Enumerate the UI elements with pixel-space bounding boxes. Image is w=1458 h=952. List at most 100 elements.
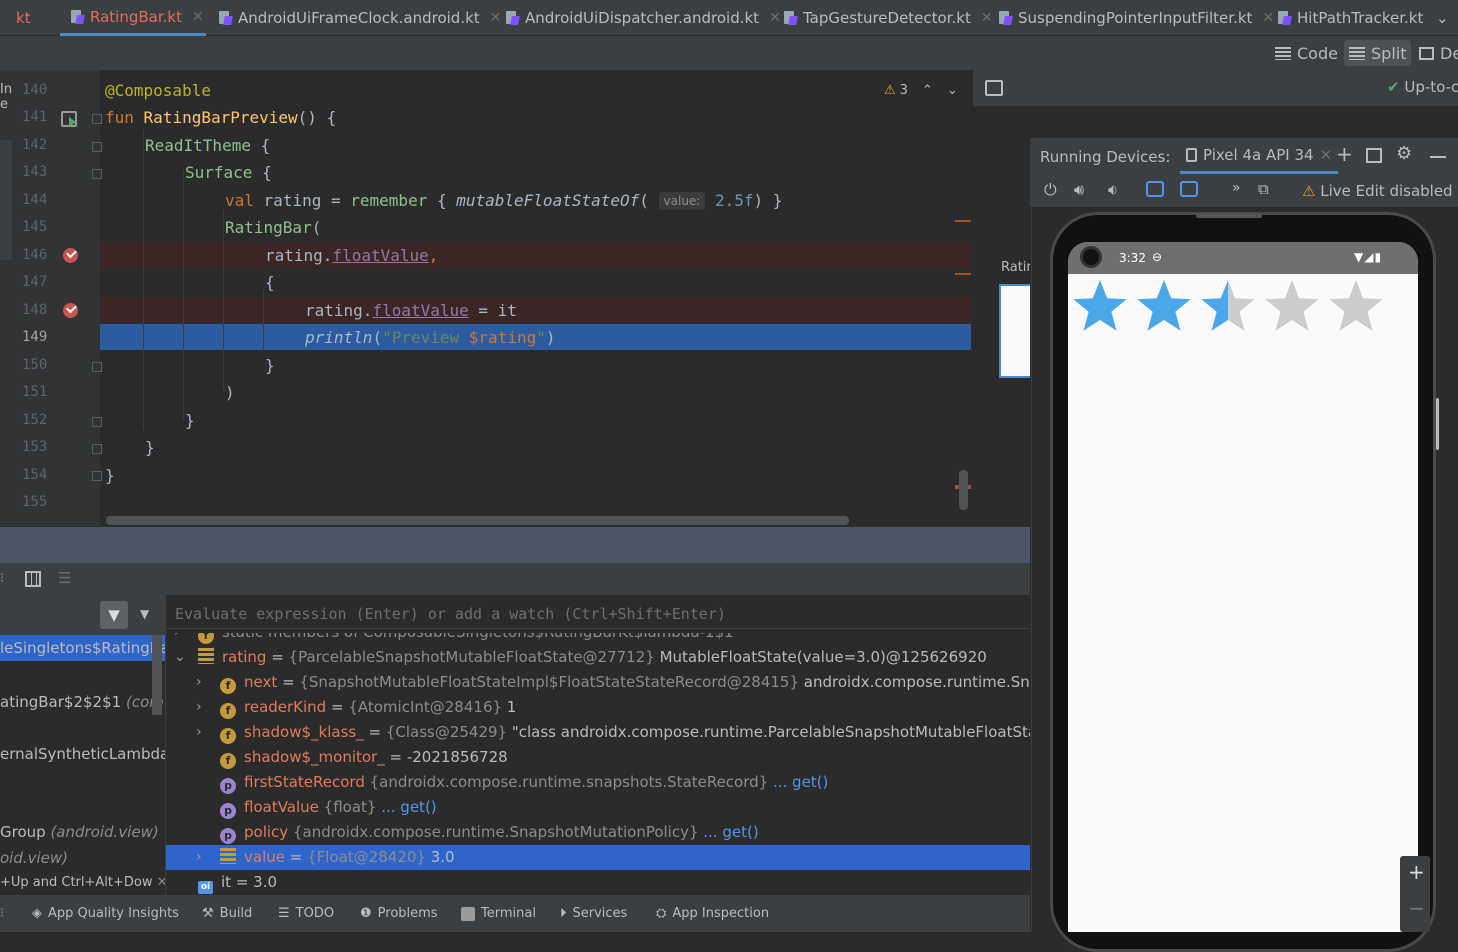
star-icon[interactable]: [1265, 280, 1319, 331]
screenshot-icon[interactable]: ⧉: [1258, 180, 1269, 198]
variable-link[interactable]: ... get(): [376, 798, 436, 816]
expand-right-icon[interactable]: ›: [196, 695, 202, 720]
close-icon[interactable]: ✕: [192, 9, 204, 25]
frame-item[interactable]: leSingletons$RatingBark: [0, 639, 165, 657]
table-icon[interactable]: [25, 571, 41, 587]
device-scroll-handle[interactable]: [1436, 398, 1439, 450]
split-mode-button[interactable]: Split: [1344, 40, 1412, 66]
variable-row[interactable]: ⌄ rating = {ParcelableSnapshotMutableFloa…: [166, 645, 1030, 670]
preview-thumbnail[interactable]: [999, 284, 1033, 378]
fold-icon[interactable]: [92, 169, 102, 179]
toolbar-separator: ⁝: [0, 571, 5, 586]
frame-item[interactable]: atingBar$2$2$1 (com.wi: [0, 693, 165, 711]
build-button[interactable]: ⚒ Build: [202, 895, 252, 932]
fold-icon[interactable]: [92, 471, 102, 481]
layout-icon[interactable]: [1366, 148, 1382, 163]
variable-link[interactable]: ... get(): [699, 823, 758, 841]
variable-row[interactable]: p policy {androidx.compose.runtime.Snapsh…: [166, 820, 1030, 845]
tab-ratingbar[interactable]: RatingBar.kt ✕: [60, 0, 206, 36]
tab-tapgesturedetector[interactable]: TapGestureDetector.kt ✕: [783, 0, 993, 36]
preview-layout-icon[interactable]: [985, 80, 1003, 96]
variable-row[interactable]: oi it = 3.0: [166, 870, 1030, 895]
chevron-up-icon[interactable]: ⌃: [922, 83, 933, 98]
zoom-in-icon[interactable]: +: [1408, 860, 1425, 884]
close-icon[interactable]: ✕: [1320, 146, 1333, 164]
tab-androiduiframeclock[interactable]: AndroidUiFrameClock.android.kt ✕: [218, 0, 501, 36]
gear-icon[interactable]: ⚙: [1396, 143, 1412, 164]
rating-bar[interactable]: [1068, 242, 1418, 342]
chevron-down-icon[interactable]: ⌄: [947, 83, 958, 98]
tab-suspendingpointerinputfilter[interactable]: SuspendingPointerInputFilter.kt ✕: [998, 0, 1274, 36]
star-icon[interactable]: [1201, 280, 1255, 331]
tab-androiduidispatcher[interactable]: AndroidUiDispatcher.android.kt ✕: [505, 0, 781, 36]
star-icon[interactable]: [1137, 280, 1191, 331]
variable-row[interactable]: › f shadow$_klass_ = {Class@25429} "class …: [166, 720, 1030, 745]
fold-icon[interactable]: [92, 362, 102, 372]
close-icon[interactable]: ✕: [769, 10, 781, 26]
tool-strip-edge: ⁝: [0, 906, 5, 921]
variable-row[interactable]: › f readerKind = {AtomicInt@28416} 1: [166, 695, 1030, 720]
variable-row[interactable]: f shadow$_monitor_ = -2021856728: [166, 745, 1030, 770]
frame-item[interactable]: oid.view): [0, 849, 68, 867]
horizontal-scrollbar[interactable]: [106, 516, 849, 525]
device-screen[interactable]: 3:32 ⊖ ▼◢▮: [1068, 242, 1418, 932]
more-icon[interactable]: »: [1232, 180, 1241, 196]
zoom-out-icon[interactable]: −: [1408, 896, 1425, 920]
frame-item[interactable]: ernalSyntheticLambda0: [0, 745, 165, 763]
variable-row[interactable]: › value = {Float@28420} 3.0: [166, 845, 1030, 870]
evaluate-expression-input[interactable]: Evaluate expression (Enter) or add a wat…: [166, 599, 1030, 629]
fold-icon[interactable]: [92, 142, 102, 152]
filter-icon[interactable]: ▼: [100, 601, 128, 629]
frames-scrollbar[interactable]: [152, 635, 162, 715]
add-device-icon[interactable]: +: [1336, 142, 1353, 166]
inspection-widget[interactable]: ⚠ 3 ⌃ ⌄: [884, 80, 958, 100]
code-editor[interactable]: In e 140 141 142 143 144 145 146 147 148 …: [0, 70, 973, 526]
expand-right-icon[interactable]: ›: [196, 720, 202, 745]
app-quality-insights-button[interactable]: ◈ App Quality Insights: [32, 895, 179, 932]
app-inspection-button[interactable]: ⛭ App Inspection: [656, 895, 769, 932]
variable-row[interactable]: › f static members of ComposableSingletons…: [166, 633, 1030, 645]
frame-item[interactable]: Group (android.view): [0, 823, 159, 841]
rotate-left-icon[interactable]: [1146, 181, 1164, 197]
design-mode-button[interactable]: De: [1414, 40, 1458, 66]
tab-partial[interactable]: kt: [0, 0, 52, 36]
expand-down-icon[interactable]: ⌄: [174, 645, 186, 670]
expand-right-icon[interactable]: ›: [196, 845, 202, 870]
problems-button[interactable]: ❶ Problems: [360, 895, 438, 932]
breakpoint-icon[interactable]: [63, 303, 78, 318]
services-button[interactable]: ⏵ Services: [560, 895, 627, 932]
vertical-scrollbar[interactable]: [959, 470, 968, 510]
tab-hitpathtracker[interactable]: HitPathTracker.kt: [1277, 0, 1423, 36]
volume-down-icon[interactable]: 🔉︎: [1108, 180, 1118, 200]
variable-row[interactable]: › f next = {SnapshotMutableFloatStateImpl$…: [166, 670, 1030, 695]
close-icon[interactable]: ✕: [157, 875, 165, 890]
layout-settings-icon[interactable]: ☰: [58, 569, 71, 587]
star-icon[interactable]: [1329, 280, 1383, 331]
volume-up-icon[interactable]: 🔊︎: [1074, 180, 1084, 200]
expand-right-icon[interactable]: ›: [174, 633, 180, 645]
terminal-button[interactable]: Terminal: [461, 895, 536, 932]
device-tab[interactable]: Pixel 4a API 34 ✕: [1180, 138, 1339, 174]
fold-icon[interactable]: [92, 114, 102, 124]
expand-right-icon[interactable]: ›: [196, 670, 202, 695]
tab-list-chevron-icon[interactable]: ⌄: [1436, 0, 1449, 36]
close-icon[interactable]: ✕: [490, 10, 502, 26]
close-icon[interactable]: ✕: [1262, 10, 1274, 26]
minimize-icon[interactable]: [1430, 156, 1446, 158]
run-preview-icon[interactable]: [61, 111, 77, 127]
fold-icon[interactable]: [92, 444, 102, 454]
side-scrollbar[interactable]: [0, 140, 12, 260]
star-icon[interactable]: [1073, 280, 1127, 331]
breakpoint-icon[interactable]: [63, 248, 78, 263]
live-edit-status[interactable]: ⚠ Live Edit disabled: [1302, 182, 1453, 200]
variable-link[interactable]: ... get(): [768, 773, 828, 791]
code-mode-button[interactable]: Code: [1270, 40, 1343, 66]
variable-row[interactable]: p firstStateRecord {androidx.compose.runt…: [166, 770, 1030, 795]
close-icon[interactable]: ✕: [981, 10, 993, 26]
variable-row[interactable]: p floatValue {float} ... get(): [166, 795, 1030, 820]
chevron-down-icon[interactable]: ▼: [140, 607, 149, 621]
todo-button[interactable]: ☰ TODO: [278, 895, 334, 932]
fold-icon[interactable]: [92, 417, 102, 427]
rotate-right-icon[interactable]: [1180, 181, 1198, 197]
power-icon[interactable]: ⏻: [1044, 180, 1057, 200]
